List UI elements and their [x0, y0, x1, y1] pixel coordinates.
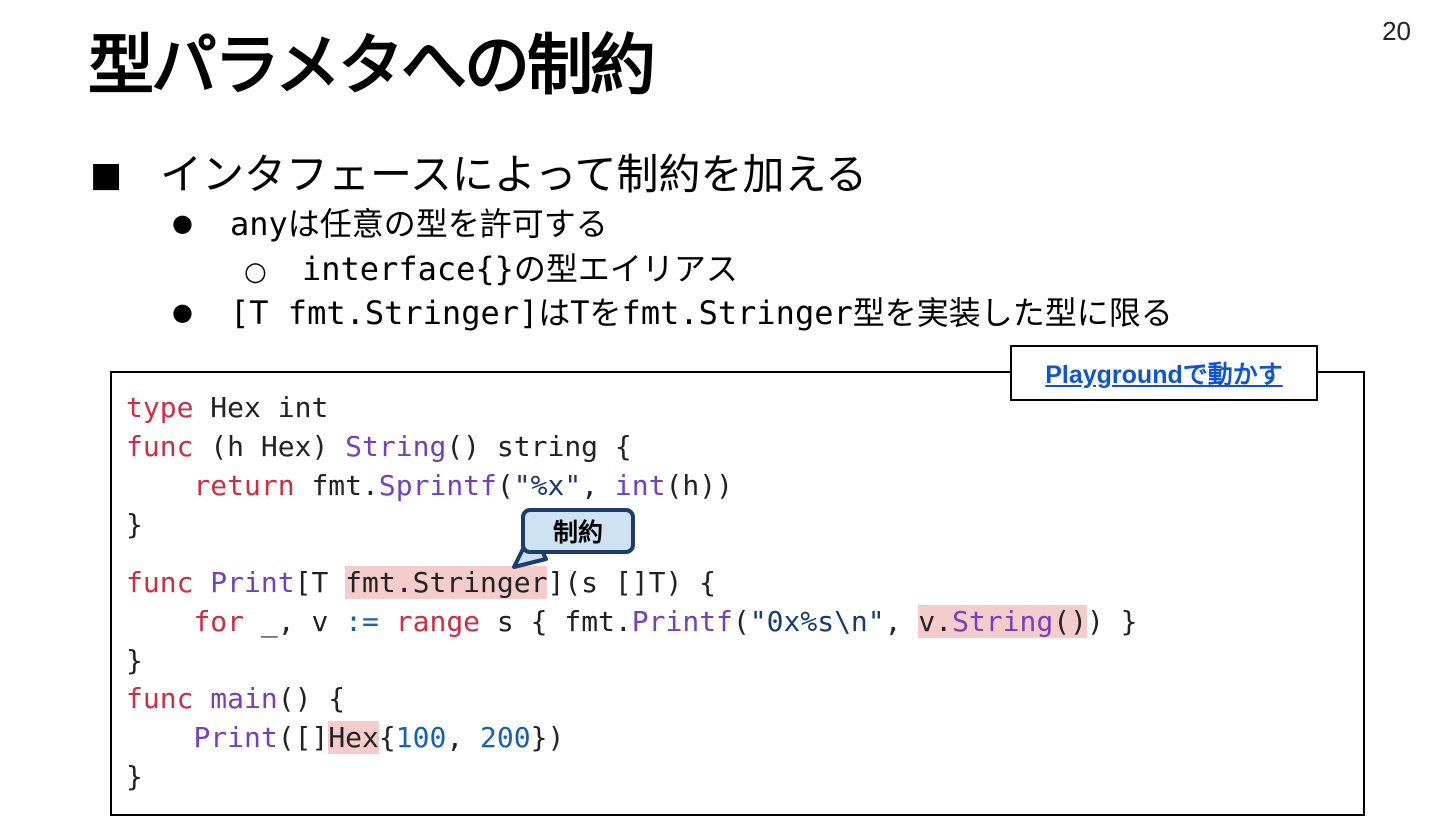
code-text: Hex int	[193, 391, 329, 424]
code-line-1: type Hex int	[126, 389, 328, 427]
page-number: 20	[1382, 16, 1411, 46]
inline-code: interface{}	[302, 250, 514, 288]
code-function: Print	[193, 721, 278, 754]
bullet-text: を	[589, 294, 622, 332]
code-keyword: for	[193, 605, 245, 638]
code-block: type Hex int func (h Hex) String() strin…	[110, 371, 1365, 816]
code-text: _, v	[244, 605, 346, 638]
code-keyword: type	[126, 391, 194, 424]
code-function: Printf	[631, 605, 733, 638]
code-text: (	[732, 605, 750, 638]
code-line-8: func main() {	[126, 680, 345, 718]
code-function: int	[614, 469, 666, 502]
inline-code: [T fmt.Stringer]	[230, 294, 539, 332]
slide-title: 型パラメタへの制約	[88, 27, 656, 104]
code-text: }	[126, 760, 143, 793]
inline-code: T	[570, 294, 590, 332]
bullet-text: インタフェースによって制約を加える	[160, 150, 868, 199]
circle-bullet-icon: ○	[244, 257, 267, 287]
bullet-level1: ■ インタフェースによって制約を加える	[90, 147, 867, 203]
bullet-stringer: ● [T fmt.Stringer]はTをfmt.Stringer型を実装した型に…	[172, 291, 1173, 334]
bullet-text: 型を実装した型に限る	[852, 294, 1173, 332]
inline-code: fmt.Stringer	[621, 294, 853, 332]
code-text: (h))	[665, 469, 733, 502]
code-keyword: func	[126, 430, 194, 463]
playground-link-box: Playgroundで動かす	[1010, 345, 1318, 401]
code-text: ](s []T) {	[547, 566, 717, 599]
code-number: 200	[480, 721, 531, 754]
code-keyword: func	[126, 566, 194, 599]
code-text: ,	[581, 469, 615, 502]
bullet-alias: ○ interface{}の型エイリアス	[244, 248, 738, 293]
code-text: s { fmt.	[480, 605, 632, 638]
code-function: Sprintf	[378, 469, 497, 502]
code-text: {	[378, 721, 396, 754]
code-text: }	[126, 644, 143, 677]
code-text: fmt.	[294, 469, 379, 502]
playground-link[interactable]: Playgroundで動かす	[1045, 355, 1283, 391]
code-line-9: Print([]Hex{100, 200})	[126, 719, 564, 757]
code-text: }	[126, 508, 143, 541]
code-text: ,	[446, 721, 481, 754]
code-text: (h Hex)	[193, 430, 346, 463]
bullet-text: は	[538, 294, 571, 332]
code-text: })	[530, 721, 565, 754]
code-string: "0x%s\n"	[749, 605, 885, 638]
code-line-6: for _, v := range s { fmt.Printf("0x%s\n…	[126, 603, 1138, 641]
code-function: main	[210, 682, 278, 715]
code-text: () string {	[446, 430, 632, 463]
code-text: ([]	[277, 721, 329, 754]
code-function: String	[345, 430, 447, 463]
dot-bullet-icon: ●	[172, 209, 193, 237]
code-text: ()	[1053, 605, 1087, 638]
code-line-7: }	[126, 642, 143, 680]
constraint-callout: 制約	[521, 508, 635, 554]
code-keyword: range	[395, 605, 481, 638]
code-line-3: return fmt.Sprintf("%x", int(h))	[126, 467, 733, 505]
code-keyword: func	[126, 682, 194, 715]
inline-code: any	[230, 205, 288, 243]
code-text: (	[496, 469, 514, 502]
code-number: 100	[395, 721, 447, 754]
square-bullet-icon: ■	[90, 155, 123, 195]
code-text: () {	[277, 682, 346, 715]
code-line-4: }	[126, 506, 143, 544]
code-text: ) }	[1086, 605, 1138, 638]
bullet-text: は任意の型を許可する	[287, 205, 608, 243]
code-function: String	[952, 605, 1054, 638]
dot-bullet-icon: ●	[172, 298, 193, 326]
code-line-2: func (h Hex) String() string {	[126, 428, 632, 466]
code-line-5: func Print[T fmt.Stringer](s []T) {	[126, 564, 716, 602]
bullet-text: の型エイリアス	[513, 250, 738, 288]
code-operator: :=	[345, 605, 379, 638]
code-text: [T	[294, 566, 346, 599]
code-keyword: return	[193, 469, 295, 502]
code-function: Print	[210, 566, 295, 599]
code-text: ,	[884, 605, 919, 638]
highlighted-method-call: v.String()	[918, 605, 1087, 638]
code-line-10: }	[126, 758, 143, 796]
callout-label: 制約	[552, 518, 603, 547]
code-string: "%x"	[513, 469, 582, 502]
bullet-any: ● anyは任意の型を許可する	[172, 202, 608, 245]
code-text: v.	[918, 605, 953, 638]
highlighted-type: Hex	[328, 721, 379, 754]
